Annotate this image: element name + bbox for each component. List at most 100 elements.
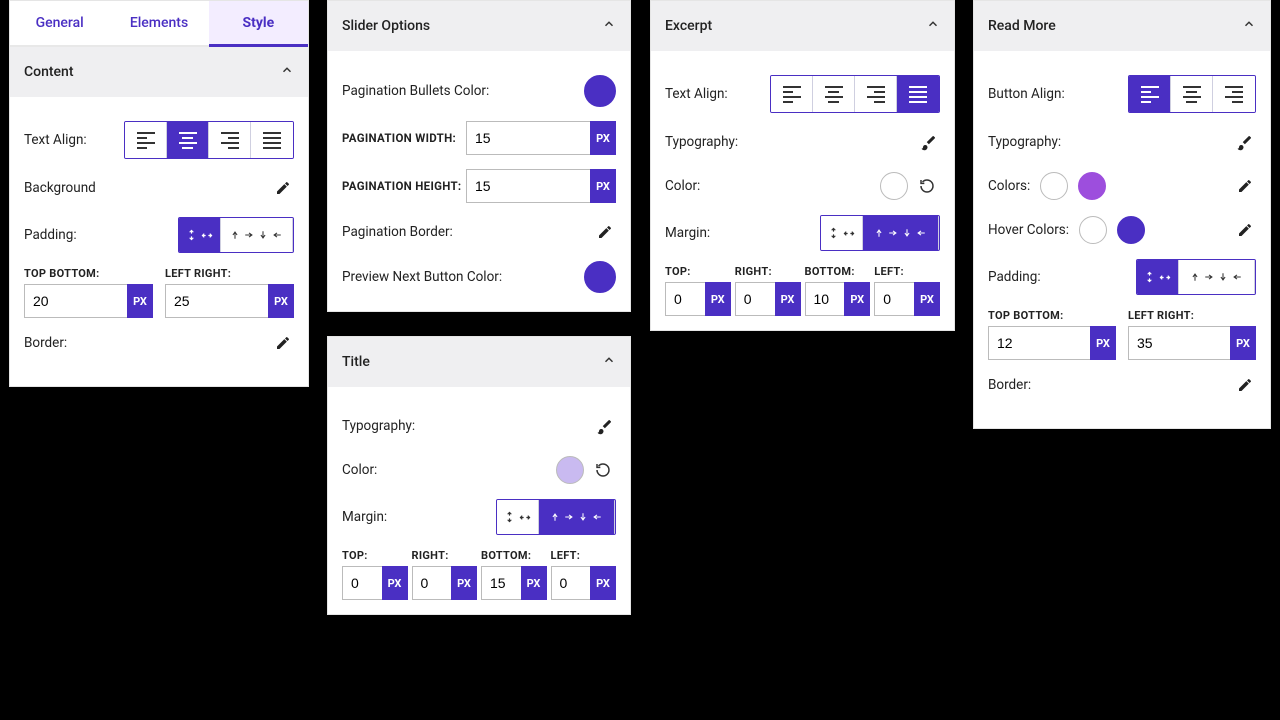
left-right-label: LEFT RIGHT: — [165, 267, 294, 280]
hover-b-swatch[interactable] — [1117, 216, 1145, 244]
pagination-width-field[interactable] — [466, 121, 590, 155]
unit-px-button[interactable]: PX — [1090, 326, 1116, 360]
pencil-icon[interactable] — [1234, 374, 1256, 396]
unit-px-button[interactable]: PX — [382, 566, 408, 600]
title-color-swatch[interactable] — [556, 456, 584, 484]
title-margin-left-field[interactable] — [551, 566, 591, 600]
pagination-height-field[interactable] — [466, 169, 590, 203]
align-right-button[interactable] — [209, 122, 251, 158]
bullets-color-label: Pagination Bullets Color: — [342, 83, 489, 99]
reset-icon[interactable] — [590, 456, 616, 484]
excerpt-color-label: Color: — [665, 178, 700, 194]
unit-px-button[interactable]: PX — [268, 284, 294, 318]
pencil-icon[interactable] — [1234, 175, 1256, 197]
brush-icon[interactable] — [594, 415, 616, 437]
align-justify-button[interactable] — [897, 76, 939, 112]
title-margin-bottom-field[interactable] — [481, 566, 521, 600]
pencil-icon[interactable] — [1234, 219, 1256, 241]
colors-a-swatch[interactable] — [1040, 172, 1068, 200]
readmore-padding-lr-field[interactable] — [1128, 326, 1230, 360]
align-left-button[interactable] — [1129, 76, 1171, 112]
slider-title: Slider Options — [342, 18, 430, 34]
padding-tb-field[interactable] — [24, 284, 127, 318]
unit-px-button[interactable]: PX — [1230, 326, 1256, 360]
colors-b-swatch[interactable] — [1078, 172, 1106, 200]
readmore-padding-link-group — [1136, 259, 1256, 295]
margin-bottom-label: BOTTOM: — [481, 549, 547, 562]
hover-a-swatch[interactable] — [1079, 216, 1107, 244]
title-typo-label: Typography: — [342, 418, 415, 434]
panel-tabs: General Elements Style — [10, 1, 308, 47]
brush-icon[interactable] — [918, 131, 940, 153]
padding-unlinked-button[interactable] — [221, 218, 293, 252]
readmore-border-label: Border: — [988, 377, 1031, 393]
unit-px-button[interactable]: PX — [914, 282, 940, 316]
bullets-color-swatch[interactable] — [584, 75, 616, 107]
excerpt-color-swatch[interactable] — [880, 172, 908, 200]
align-justify-button[interactable] — [251, 122, 293, 158]
brush-icon[interactable] — [1234, 131, 1256, 153]
readmore-header[interactable]: Read More — [974, 1, 1270, 51]
pencil-icon[interactable] — [272, 177, 294, 199]
align-center-button[interactable] — [813, 76, 855, 112]
excerpt-margin-left-field[interactable] — [874, 282, 914, 316]
margin-top-label: TOP: — [342, 549, 408, 562]
slider-header[interactable]: Slider Options — [328, 1, 630, 51]
unit-px-button[interactable]: PX — [590, 566, 616, 600]
excerpt-align-label: Text Align: — [665, 86, 728, 102]
pagination-width-label: PAGINATION WIDTH: — [342, 131, 456, 145]
title-margin-label: Margin: — [342, 509, 387, 525]
border-label: Border: — [24, 335, 67, 351]
align-right-button[interactable] — [1213, 76, 1255, 112]
excerpt-margin-bottom-field[interactable] — [805, 282, 845, 316]
reset-icon[interactable] — [914, 172, 940, 200]
tab-elements[interactable]: Elements — [109, 1, 208, 45]
unit-px-button[interactable]: PX — [451, 566, 477, 600]
padding-linked-button[interactable] — [1137, 260, 1179, 294]
padding-unlinked-button[interactable] — [1179, 260, 1255, 294]
padding-link-group — [178, 217, 294, 253]
pencil-icon[interactable] — [594, 221, 616, 243]
excerpt-margin-top-field[interactable] — [665, 282, 705, 316]
margin-unlinked-button[interactable] — [539, 500, 615, 534]
title-margin-right-field[interactable] — [412, 566, 452, 600]
align-center-button[interactable] — [167, 122, 209, 158]
align-left-button[interactable] — [771, 76, 813, 112]
margin-right-label: RIGHT: — [412, 549, 478, 562]
unit-px-button[interactable]: PX — [521, 566, 547, 600]
readmore-lr-label: LEFT RIGHT: — [1128, 309, 1256, 322]
top-bottom-label: TOP BOTTOM: — [24, 267, 153, 280]
padding-linked-button[interactable] — [179, 218, 221, 252]
chevron-up-icon — [280, 63, 294, 81]
padding-lr-input: PX — [165, 284, 294, 318]
unit-px-button[interactable]: PX — [590, 121, 616, 155]
align-center-button[interactable] — [1171, 76, 1213, 112]
text-align-label: Text Align: — [24, 132, 87, 148]
unit-px-button[interactable]: PX — [775, 282, 801, 316]
unit-px-button[interactable]: PX — [127, 284, 153, 318]
align-right-button[interactable] — [855, 76, 897, 112]
excerpt-margin-right-field[interactable] — [735, 282, 775, 316]
align-left-button[interactable] — [125, 122, 167, 158]
margin-unlinked-button[interactable] — [863, 216, 939, 250]
readmore-padding-tb-field[interactable] — [988, 326, 1090, 360]
content-header[interactable]: Content — [10, 47, 308, 97]
title-header[interactable]: Title — [328, 337, 630, 387]
padding-lr-field[interactable] — [165, 284, 268, 318]
margin-linked-button[interactable] — [821, 216, 863, 250]
unit-px-button[interactable]: PX — [590, 169, 616, 203]
excerpt-typo-label: Typography: — [665, 134, 738, 150]
tab-style[interactable]: Style — [209, 1, 308, 47]
unit-px-button[interactable]: PX — [844, 282, 870, 316]
background-label: Background — [24, 180, 96, 196]
next-button-color-swatch[interactable] — [584, 261, 616, 293]
pencil-icon[interactable] — [272, 332, 294, 354]
excerpt-align-group — [770, 75, 940, 113]
tab-general[interactable]: General — [10, 1, 109, 45]
margin-left-label: LEFT: — [874, 265, 940, 278]
margin-linked-button[interactable] — [497, 500, 539, 534]
title-margin-top-field[interactable] — [342, 566, 382, 600]
excerpt-header[interactable]: Excerpt — [651, 1, 954, 51]
unit-px-button[interactable]: PX — [705, 282, 731, 316]
button-align-label: Button Align: — [988, 86, 1065, 102]
